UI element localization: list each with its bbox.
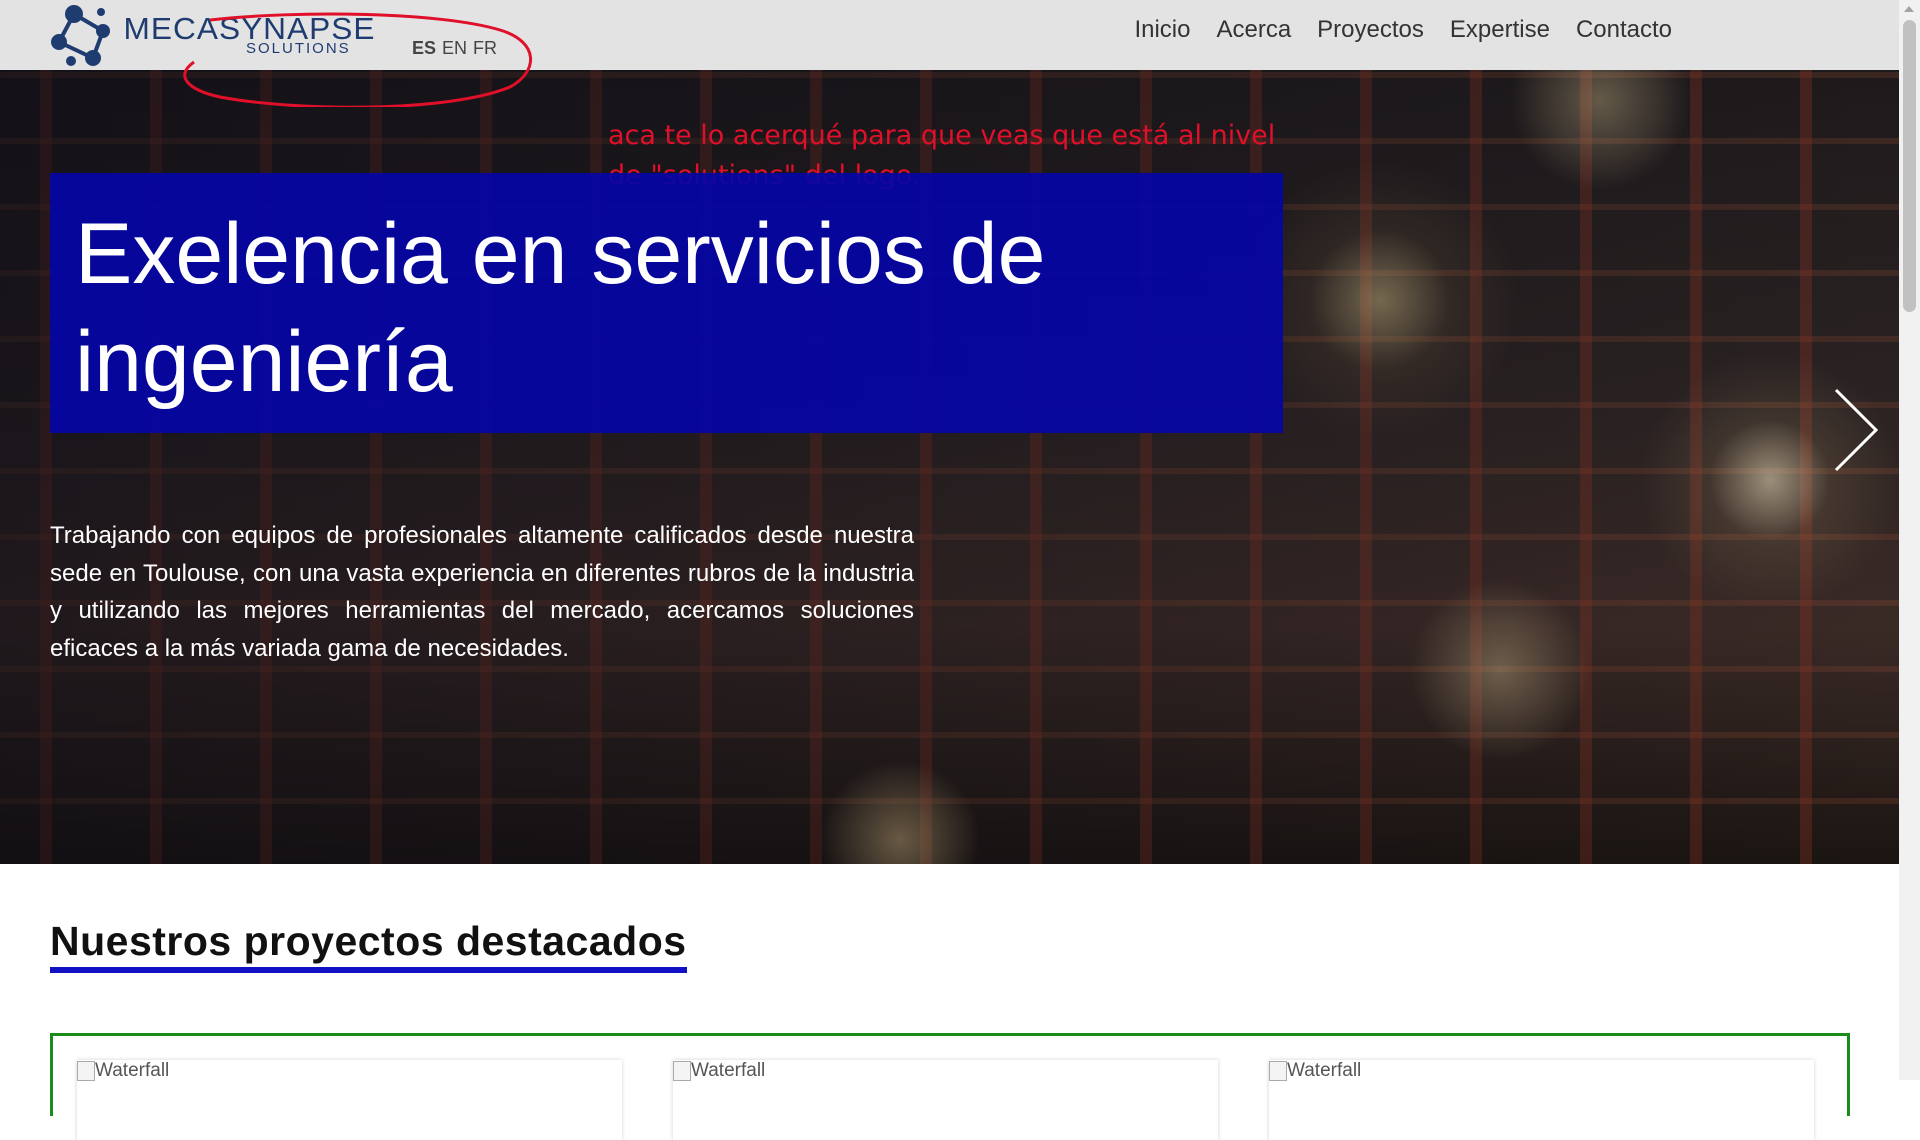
- project-image-alt: Waterfall: [691, 1060, 766, 1081]
- scroll-thumb[interactable]: [1903, 20, 1916, 312]
- logo-icon[interactable]: [51, 4, 116, 68]
- nav-contacto[interactable]: Contacto: [1576, 16, 1672, 44]
- language-switcher: ES EN FR: [412, 38, 503, 59]
- nav-inicio[interactable]: Inicio: [1134, 16, 1190, 44]
- projects-grid: Waterfall Waterfall Waterfall: [50, 1033, 1850, 1140]
- lang-en[interactable]: EN: [442, 38, 467, 58]
- project-card[interactable]: Waterfall: [673, 1060, 1218, 1140]
- project-image-alt: Waterfall: [1287, 1060, 1362, 1081]
- carousel-next-icon[interactable]: [1832, 388, 1880, 472]
- hero-description: Trabajando con equipos de profesionales …: [50, 522, 914, 662]
- project-card[interactable]: Waterfall: [77, 1060, 622, 1140]
- lang-es[interactable]: ES: [412, 38, 436, 58]
- nav-expertise[interactable]: Expertise: [1450, 16, 1550, 44]
- nav-proyectos[interactable]: Proyectos: [1317, 16, 1424, 44]
- project-image-alt: Waterfall: [95, 1060, 170, 1081]
- brand-subtitle: SOLUTIONS: [246, 40, 351, 57]
- main-nav: Inicio Acerca Proyectos Expertise Contac…: [1134, 16, 1672, 44]
- lang-fr[interactable]: FR: [473, 38, 497, 58]
- project-card[interactable]: Waterfall: [1269, 1060, 1814, 1140]
- section-title: Nuestros proyectos destacados: [50, 918, 687, 973]
- nav-acerca[interactable]: Acerca: [1216, 16, 1291, 44]
- top-navbar: MECASYNAPSE SOLUTIONS ES EN FR Inicio Acer…: [0, 0, 1899, 70]
- hero-carousel: aca te lo acerqué para que veas que está…: [0, 70, 1899, 864]
- page-scrollbar[interactable]: [1899, 0, 1920, 1080]
- hero-title: Exelencia en servicios de ingeniería: [75, 206, 1046, 410]
- scroll-up-icon[interactable]: [1904, 6, 1914, 12]
